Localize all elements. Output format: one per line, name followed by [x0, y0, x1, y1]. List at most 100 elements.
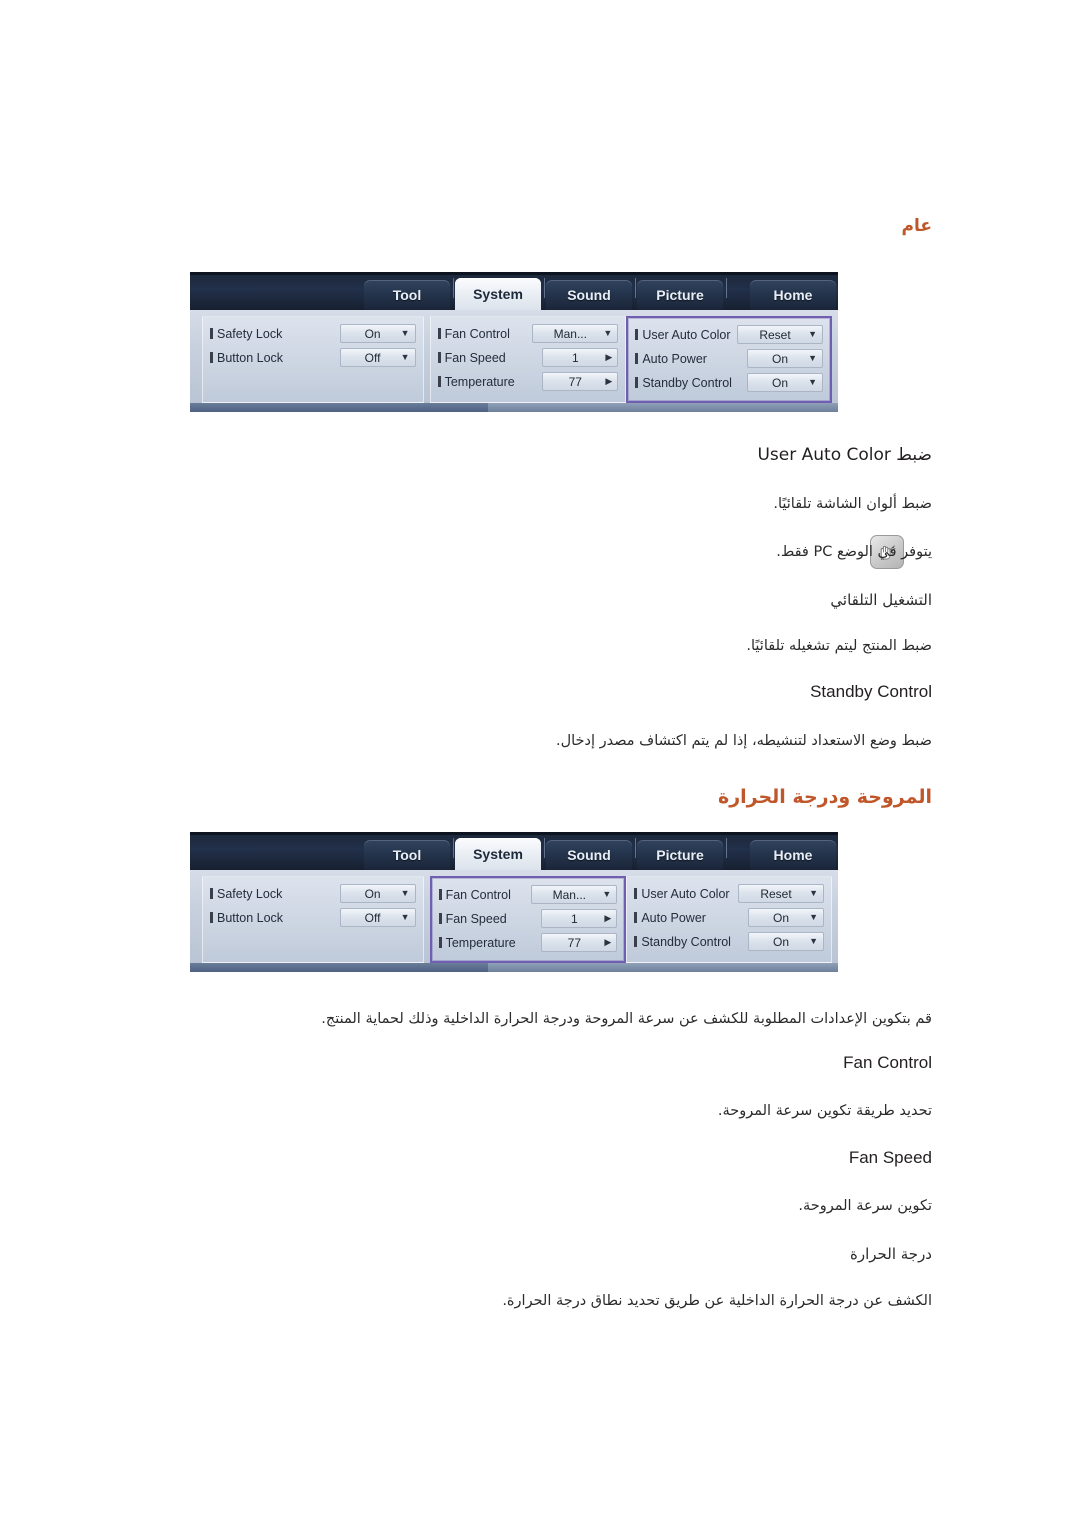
osd-label: User Auto Color: [635, 328, 731, 342]
osd-value: Man...: [552, 887, 586, 902]
osd-row: Safety Lock On ▼: [210, 322, 416, 345]
osd-power-column: User Auto Color Reset ▼ Auto Power On ▼ Standb…: [626, 316, 832, 403]
osd-dropdown-standby-control[interactable]: On ▼: [747, 373, 823, 392]
subheading-standby-control: Standby Control: [810, 682, 932, 701]
osd-empty-row: [210, 370, 416, 393]
tab-system[interactable]: System: [455, 838, 541, 870]
tab-picture[interactable]: Picture: [637, 280, 723, 310]
osd-dropdown-standby-control[interactable]: On ▼: [748, 932, 824, 951]
osd-label: Fan Speed: [438, 912, 507, 926]
tab-separator: [453, 278, 454, 298]
osd-value: 77: [568, 374, 582, 389]
chevron-down-icon: ▼: [808, 353, 817, 363]
chevron-down-icon: ▼: [400, 352, 410, 362]
osd-fan-column: Fan Control Man... ▼ Fan Speed 1 ▶ Temperature…: [429, 316, 627, 403]
chevron-right-icon: ▶: [604, 913, 612, 923]
chevron-down-icon: ▼: [603, 328, 613, 338]
description-user-auto-color: ضبط ألوان الشاشة تلقائيًا.: [773, 496, 932, 512]
description-standby-control: ضبط وضع الاستعداد لتنشيطه، إذا لم يتم اك…: [555, 733, 932, 749]
description-fan-speed: تكوين سرعة المروحة.: [798, 1198, 932, 1214]
osd-stepper-fan-speed[interactable]: 1 ▶: [541, 909, 618, 928]
bullet-bar-icon: [634, 888, 638, 899]
tab-picture[interactable]: Picture: [637, 840, 723, 870]
osd-label: Temperature: [437, 375, 515, 389]
bullet-bar-icon: [210, 912, 214, 923]
osd-dropdown-auto-power[interactable]: On ▼: [748, 908, 824, 927]
osd-label: Standby Control: [635, 376, 732, 390]
bullet-bar-icon: [438, 889, 442, 900]
bullet-bar-icon: [635, 329, 639, 340]
osd-empty-row: [210, 930, 416, 953]
tab-sound[interactable]: Sound: [546, 280, 632, 310]
section-heading-fan-temperature: المروحة ودرجة الحرارة: [717, 786, 932, 808]
tab-system[interactable]: System: [455, 278, 541, 310]
tab-separator: [635, 278, 636, 298]
osd-panel-body: User Auto Color Reset ▼ Auto Power On ▼ Standb…: [190, 870, 838, 963]
chevron-down-icon: ▼: [808, 329, 817, 339]
chevron-right-icon: ▶: [605, 376, 613, 386]
osd-lock-column: Safety Lock On ▼ Button Lock Off ▼: [202, 876, 424, 963]
tab-tool[interactable]: Tool: [364, 280, 450, 310]
osd-dropdown-user-auto-color[interactable]: Reset ▼: [737, 325, 823, 344]
chevron-down-icon: ▼: [400, 328, 410, 338]
tab-separator: [726, 278, 727, 298]
osd-dropdown-user-auto-color[interactable]: Reset ▼: [738, 884, 824, 903]
osd-label: Auto Power: [634, 911, 706, 925]
osd-value: Man...: [553, 326, 587, 341]
osd-footer-bar: [190, 963, 838, 972]
osd-label: Fan Speed: [437, 351, 506, 365]
subheading-temperature: درجة الحرارة: [850, 1245, 932, 1263]
bullet-bar-icon: [635, 377, 639, 388]
osd-dropdown-fan-control[interactable]: Man... ▼: [532, 324, 619, 343]
osd-row: Auto Power On ▼: [634, 906, 824, 929]
osd-power-column: User Auto Color Reset ▼ Auto Power On ▼ Standb…: [626, 876, 832, 963]
chevron-right-icon: ▶: [605, 352, 613, 362]
osd-label: Safety Lock: [210, 327, 282, 341]
osd-row: User Auto Color Reset ▼: [634, 882, 824, 905]
chevron-right-icon: ▶: [604, 937, 612, 947]
tab-home[interactable]: Home: [750, 840, 836, 870]
subheading-fan-speed: Fan Speed: [848, 1148, 932, 1167]
bullet-bar-icon: [437, 352, 441, 363]
osd-dropdown-auto-power[interactable]: On ▼: [747, 349, 823, 368]
subheading-fan-control: Fan Control: [843, 1053, 932, 1072]
chevron-down-icon: ▼: [400, 888, 410, 898]
description-fan-control: تحديد طريقة تكوين سرعة المروحة.: [717, 1103, 932, 1119]
osd-dropdown-button-lock[interactable]: Off ▼: [339, 348, 416, 367]
bullet-bar-icon: [210, 352, 214, 363]
osd-stepper-fan-speed[interactable]: 1 ▶: [542, 348, 619, 367]
chevron-down-icon: ▼: [809, 936, 818, 946]
osd-dropdown-fan-control[interactable]: Man... ▼: [531, 885, 618, 904]
subheading-user-auto-color: ضبط User Auto Color: [757, 445, 932, 465]
osd-stepper-temperature[interactable]: 77 ▶: [541, 933, 618, 952]
osd-row: Button Lock Off ▼: [210, 906, 416, 929]
osd-footer-bar: [190, 403, 838, 412]
tab-separator: [726, 838, 727, 858]
bullet-bar-icon: [438, 913, 442, 924]
chevron-down-icon: ▼: [602, 889, 612, 899]
tab-sound[interactable]: Sound: [546, 840, 632, 870]
osd-stepper-temperature[interactable]: 77 ▶: [542, 372, 619, 391]
description-temperature: الكشف عن درجة الحرارة الداخلية عن طريق ت…: [502, 1293, 932, 1309]
osd-dropdown-button-lock[interactable]: Off ▼: [339, 908, 416, 927]
osd-row: User Auto Color Reset ▼: [635, 323, 823, 346]
osd-row: Fan Speed 1 ▶: [438, 907, 618, 930]
tab-home[interactable]: Home: [750, 280, 836, 310]
osd-screenshot-general: Home Picture Sound System Tool User Auto Col…: [190, 272, 838, 412]
document-page: عام Home Picture Sound System Tool User Auto…: [0, 0, 1080, 1527]
tab-tool[interactable]: Tool: [364, 840, 450, 870]
osd-label: User Auto Color: [634, 887, 730, 901]
bullet-bar-icon: [210, 888, 214, 899]
osd-dropdown-safety-lock[interactable]: On ▼: [339, 324, 416, 343]
bullet-bar-icon: [437, 376, 441, 387]
chevron-down-icon: ▼: [400, 912, 410, 922]
osd-label: Button Lock: [210, 911, 283, 925]
osd-value: Reset: [760, 886, 792, 901]
description-auto-power: ضبط المنتج ليتم تشغيله تلقائيًا.: [746, 638, 932, 654]
tab-separator: [544, 278, 545, 298]
osd-dropdown-safety-lock[interactable]: On ▼: [339, 884, 416, 903]
osd-label: Auto Power: [635, 352, 707, 366]
osd-row: Auto Power On ▼: [635, 347, 823, 370]
osd-row: Button Lock Off ▼: [210, 346, 416, 369]
chevron-down-icon: ▼: [809, 912, 818, 922]
